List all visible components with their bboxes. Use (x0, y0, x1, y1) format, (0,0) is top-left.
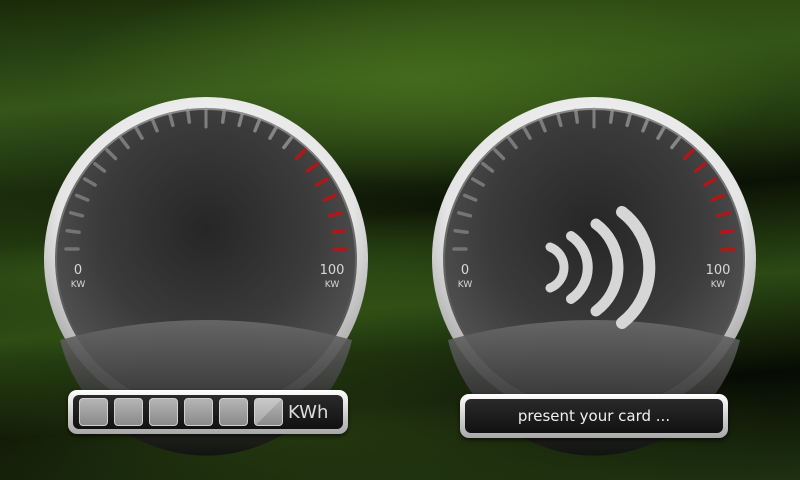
left-gauge-max-value: 100 (319, 263, 345, 278)
energy-counter: KWh (68, 390, 348, 434)
gauge-tick (608, 108, 615, 124)
gauge-tick (331, 228, 347, 235)
left-gauge-min-label: 0 KW (64, 264, 92, 290)
left-gauge-gloss (60, 320, 352, 456)
energy-digit (219, 398, 248, 426)
right-gauge-min-value: 0 (460, 263, 470, 278)
left-gauge-max-label: 100 KW (314, 264, 350, 290)
right-gauge-max-unit: KW (710, 280, 726, 290)
energy-unit: KWh (288, 401, 329, 423)
card-status-panel: present your card ... (460, 394, 728, 438)
card-status-screen: present your card ... (465, 399, 723, 433)
right-gauge-min-unit: KW (457, 280, 473, 290)
energy-counter-screen: KWh (73, 395, 343, 429)
right-gauge-max-label: 100 KW (700, 264, 736, 290)
right-gauge-max-value: 100 (705, 263, 731, 278)
energy-digit (184, 398, 213, 426)
left-gauge-max-unit: KW (324, 280, 340, 290)
gauge-tick (220, 108, 227, 124)
right-gauge-min-label: 0 KW (451, 264, 479, 290)
left-gauge-min-unit: KW (70, 280, 86, 290)
energy-digit (79, 398, 108, 426)
energy-digit (149, 398, 178, 426)
gauge-tick (453, 228, 469, 235)
gauge-tick (573, 108, 580, 124)
gauge-tick (719, 228, 735, 235)
card-status-text: present your card ... (517, 407, 671, 425)
energy-digit (114, 398, 143, 426)
left-gauge-min-value: 0 (73, 263, 83, 278)
gauge-tick (185, 108, 192, 124)
gauge-tick (65, 228, 81, 235)
energy-digit (254, 398, 283, 426)
